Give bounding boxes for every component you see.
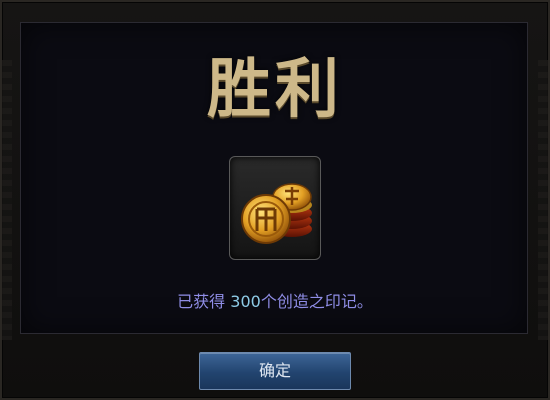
reward-message: 已获得 300个创造之印记。	[0, 290, 550, 314]
message-suffix: 个创造之印记。	[260, 292, 373, 311]
reward-amount: 300	[230, 292, 261, 311]
message-prefix: 已获得	[177, 292, 231, 311]
reward-item-slot[interactable]	[229, 156, 321, 260]
confirm-button[interactable]: 确定	[199, 352, 351, 390]
creation-mark-coins-icon	[241, 183, 312, 244]
victory-title: 胜利	[207, 52, 343, 127]
